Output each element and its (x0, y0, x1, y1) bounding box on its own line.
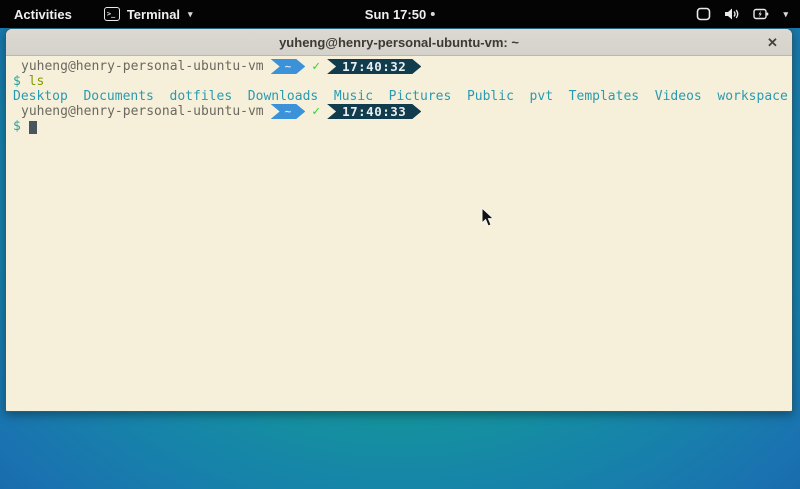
time-segment: 17:40:33 (327, 104, 421, 119)
chevron-down-icon: ▾ (188, 9, 193, 20)
prompt-line: yuheng@henry-personal-ubuntu-vm ~ ✓ 17:4… (13, 59, 788, 74)
clock-label: Sun 17:50 (365, 7, 426, 22)
close-button[interactable]: ✕ (762, 32, 783, 53)
directory-name: dotfiles (170, 89, 233, 104)
prompt-line: yuheng@henry-personal-ubuntu-vm ~ ✓ 17:4… (13, 104, 788, 119)
directory-name: Videos (655, 89, 702, 104)
command-text: ls (29, 74, 45, 89)
directory-name: Downloads (248, 89, 318, 104)
user-host: yuheng@henry-personal-ubuntu-vm (21, 59, 264, 74)
directory-name: Music (334, 89, 373, 104)
status-check-icon: ✓ (312, 104, 320, 119)
clock-button[interactable]: Sun 17:50 (365, 0, 435, 28)
screen-icon (696, 7, 711, 21)
directory-name: workspace (717, 89, 787, 104)
terminal-window: yuheng@henry-personal-ubuntu-vm: ~ ✕ yuh… (5, 28, 793, 412)
notification-dot (431, 12, 435, 16)
directory-name: Public (467, 89, 514, 104)
directory-name: Desktop (13, 89, 68, 104)
window-titlebar[interactable]: yuheng@henry-personal-ubuntu-vm: ~ ✕ (6, 29, 792, 56)
app-menu-label: Terminal (127, 7, 180, 22)
directory-name: Documents (83, 89, 153, 104)
user-host: yuheng@henry-personal-ubuntu-vm (21, 104, 264, 119)
time-segment: 17:40:32 (327, 59, 421, 74)
activities-label: Activities (14, 7, 72, 22)
command-line: $ ls (13, 74, 788, 89)
terminal-content[interactable]: yuheng@henry-personal-ubuntu-vm ~ ✓ 17:4… (6, 56, 792, 411)
active-prompt-line: $ (13, 119, 788, 134)
system-tray[interactable]: ▾ (696, 0, 800, 28)
window-title: yuheng@henry-personal-ubuntu-vm: ~ (279, 35, 519, 50)
battery-charging-icon (753, 7, 769, 21)
cwd-segment: ~ (271, 104, 306, 119)
directory-name: pvt (530, 89, 553, 104)
volume-icon (724, 7, 740, 21)
ls-output: Desktop Documents dotfiles Downloads Music Pi… (13, 89, 788, 104)
terminal-icon: >_ (104, 7, 120, 21)
app-menu-terminal[interactable]: >_ Terminal ▾ (98, 0, 199, 28)
status-check-icon: ✓ (312, 59, 320, 74)
activities-button[interactable]: Activities (0, 0, 82, 28)
chevron-down-icon: ▾ (783, 9, 788, 20)
directory-name: Templates (569, 89, 639, 104)
cwd-segment: ~ (271, 59, 306, 74)
prompt-symbol: $ (13, 119, 21, 134)
text-cursor (29, 121, 37, 134)
prompt-symbol: $ (13, 74, 21, 89)
top-bar: Activities >_ Terminal ▾ Sun 17:50 (0, 0, 800, 28)
directory-name: Pictures (389, 89, 452, 104)
